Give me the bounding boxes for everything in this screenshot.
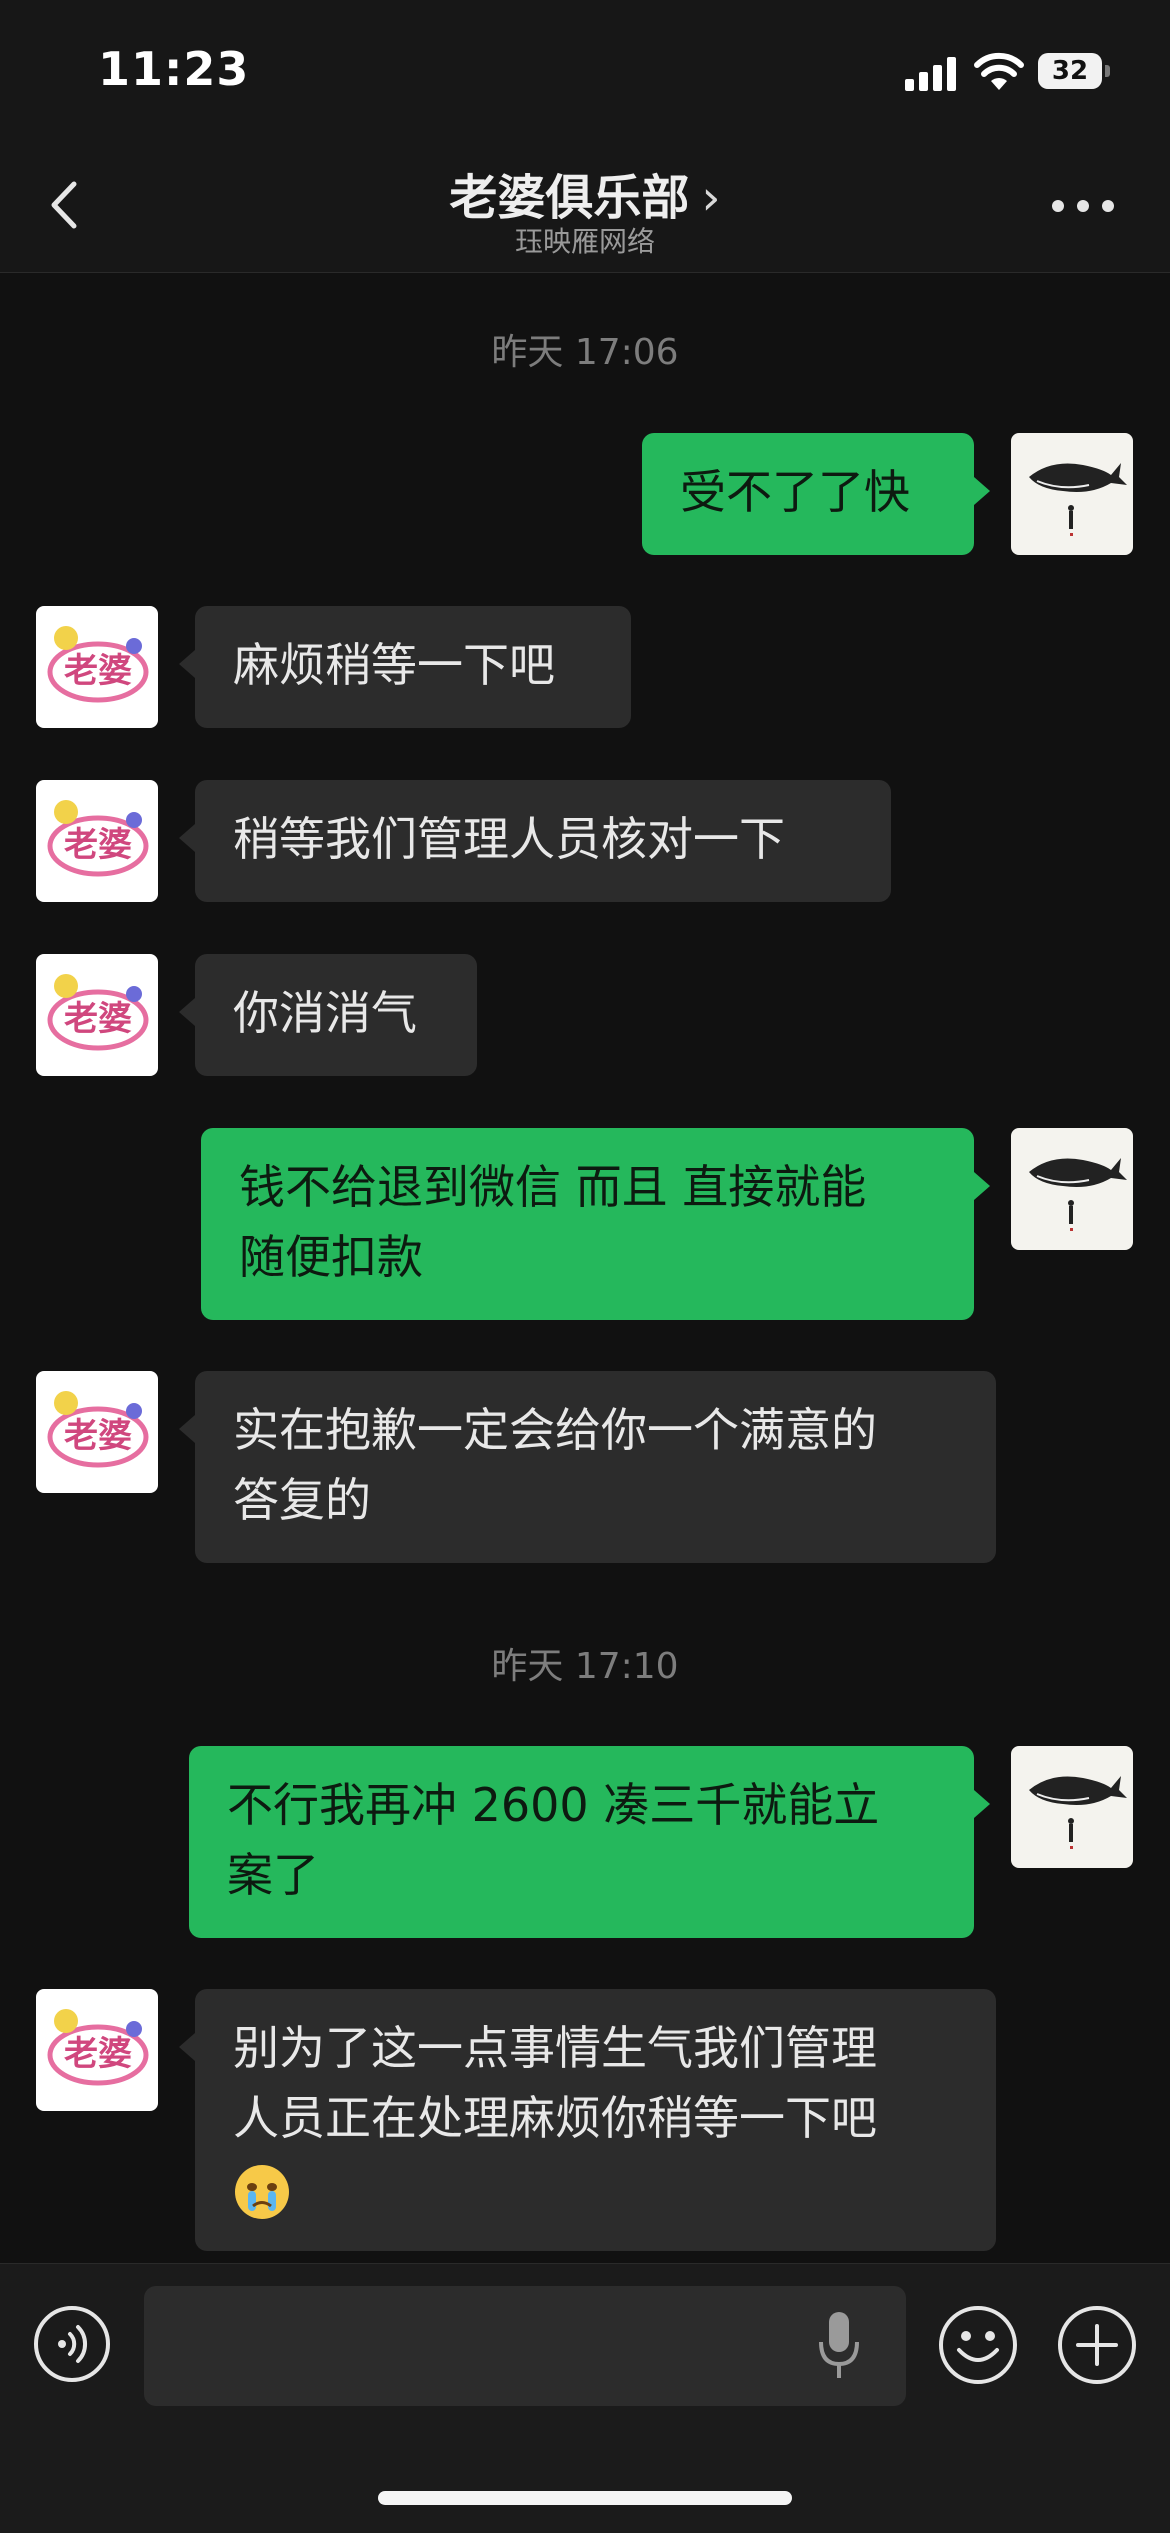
chevron-right-icon: › bbox=[701, 170, 721, 226]
message-text-line: 随便扣款 bbox=[239, 1230, 423, 1284]
message-bubble-incoming[interactable]: 麻烦稍等一下吧 bbox=[179, 606, 631, 728]
svg-text:老婆: 老婆 bbox=[64, 1416, 132, 1456]
status-bar: 11:23 32 bbox=[0, 0, 1170, 140]
message-bubble-outgoing[interactable]: 受不了了快 bbox=[642, 433, 990, 555]
message-text-line: 别为了这一点事情生气我们管理 bbox=[233, 2021, 877, 2075]
message-input[interactable] bbox=[144, 2286, 906, 2406]
laopo-logo-icon: 老婆 bbox=[47, 2009, 149, 2086]
whale-icon bbox=[1029, 463, 1127, 536]
svg-text:老婆: 老婆 bbox=[64, 825, 132, 865]
message-bubble-outgoing[interactable]: 钱不给退到微信 而且 直接就能 随便扣款 bbox=[201, 1128, 990, 1320]
cellular-signal-icon bbox=[905, 57, 957, 91]
more-dots-icon[interactable] bbox=[1052, 200, 1114, 214]
message-list[interactable]: 昨天 17:06 受不了了快 老婆 麻烦稍等一下吧 老婆 稍等我们管理人员核对一… bbox=[0, 273, 1170, 2263]
message-text: 你消消气 bbox=[233, 986, 417, 1040]
laopo-logo-icon: 老婆 bbox=[47, 1391, 149, 1468]
chat-subtitle: 珏映雁网络 bbox=[514, 225, 655, 258]
message-text-line: 案了 bbox=[227, 1848, 319, 1902]
chat-title[interactable]: 老婆俱乐部 › bbox=[0, 158, 1170, 228]
contact-avatar[interactable]: 老婆 bbox=[36, 954, 158, 1076]
message-bubble-incoming[interactable]: 稍等我们管理人员核对一下 bbox=[179, 780, 891, 902]
whale-icon bbox=[1029, 1776, 1127, 1849]
message-text: 麻烦稍等一下吧 bbox=[233, 638, 555, 692]
message-bubble-incoming[interactable]: 实在抱歉一定会给你一个满意的 答复的 bbox=[179, 1371, 996, 1563]
microphone-icon[interactable] bbox=[815, 2306, 863, 2386]
message-text-line: 人员正在处理麻烦你稍等一下吧 bbox=[233, 2091, 877, 2145]
svg-text:老婆: 老婆 bbox=[64, 999, 132, 1039]
battery-level: 32 bbox=[1038, 53, 1102, 89]
laopo-logo-icon: 老婆 bbox=[47, 800, 149, 877]
message-text: 稍等我们管理人员核对一下 bbox=[233, 812, 785, 866]
chat-header: 老婆俱乐部 › 珏映雁网络 bbox=[0, 140, 1170, 273]
chat-title-text: 老婆俱乐部 bbox=[449, 170, 690, 226]
battery-icon: 32 bbox=[1038, 53, 1110, 89]
wifi-icon bbox=[974, 52, 1024, 90]
message-text-line: 答复的 bbox=[233, 1473, 371, 1527]
laopo-logo-icon: 老婆 bbox=[47, 626, 149, 703]
contact-avatar[interactable]: 老婆 bbox=[36, 1371, 158, 1493]
svg-text:老婆: 老婆 bbox=[64, 2034, 132, 2074]
timestamp: 昨天 17:06 bbox=[491, 332, 679, 373]
my-avatar[interactable] bbox=[1011, 433, 1133, 555]
message-text-line: 不行我再冲 2600 凑三千就能立 bbox=[227, 1778, 880, 1832]
message-text: 受不了了快 bbox=[680, 465, 910, 519]
status-time: 11:23 bbox=[98, 42, 250, 96]
crying-face-emoji-icon bbox=[235, 2164, 289, 2219]
message-bubble-incoming[interactable]: 别为了这一点事情生气我们管理 人员正在处理麻烦你稍等一下吧 bbox=[179, 1989, 996, 2251]
timestamp: 昨天 17:10 bbox=[491, 1646, 679, 1687]
voice-icon[interactable] bbox=[32, 2304, 112, 2384]
home-indicator[interactable] bbox=[378, 2491, 792, 2505]
my-avatar[interactable] bbox=[1011, 1746, 1133, 1868]
whale-icon bbox=[1029, 1158, 1127, 1231]
contact-avatar[interactable]: 老婆 bbox=[36, 1989, 158, 2111]
message-bubble-outgoing[interactable]: 不行我再冲 2600 凑三千就能立 案了 bbox=[189, 1746, 990, 1938]
contact-avatar[interactable]: 老婆 bbox=[36, 606, 158, 728]
svg-text:老婆: 老婆 bbox=[64, 651, 132, 691]
message-bubble-incoming[interactable]: 你消消气 bbox=[179, 954, 477, 1076]
laopo-logo-icon: 老婆 bbox=[47, 974, 149, 1051]
emoji-icon[interactable] bbox=[937, 2304, 1019, 2386]
plus-icon[interactable] bbox=[1056, 2304, 1138, 2386]
message-text-line: 实在抱歉一定会给你一个满意的 bbox=[233, 1403, 877, 1457]
my-avatar[interactable] bbox=[1011, 1128, 1133, 1250]
contact-avatar[interactable]: 老婆 bbox=[36, 780, 158, 902]
message-text-line: 钱不给退到微信 而且 直接就能 bbox=[239, 1160, 867, 1214]
